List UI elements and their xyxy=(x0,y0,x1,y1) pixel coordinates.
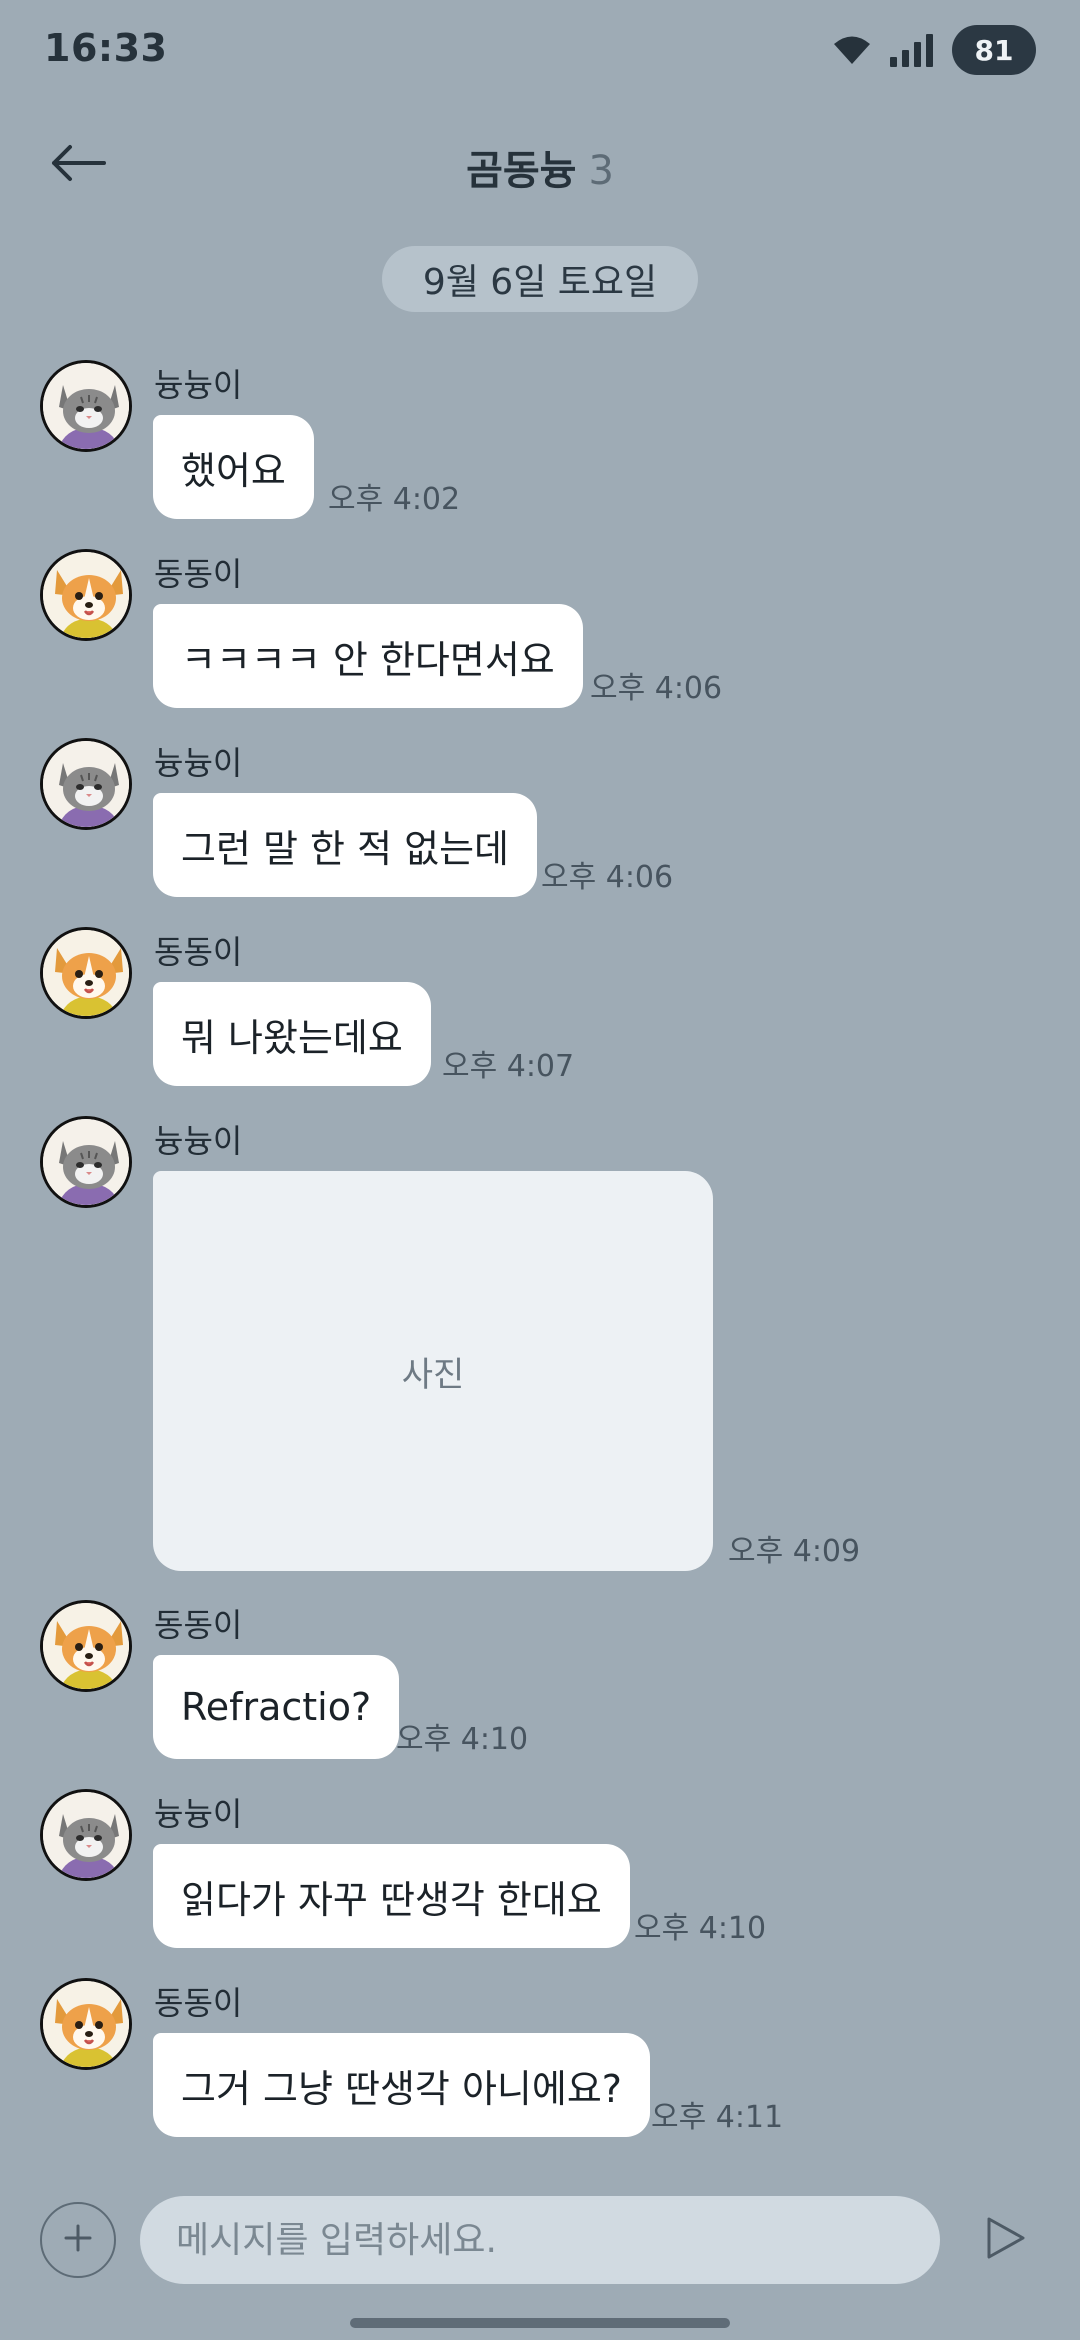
status-icons: 81 xyxy=(832,24,1036,76)
cat-avatar[interactable] xyxy=(40,1789,132,1881)
cat-avatar[interactable] xyxy=(40,1116,132,1208)
sender-name: 늉늉이 xyxy=(154,1795,243,1833)
sender-name: 늉늉이 xyxy=(154,366,243,404)
wifi-icon xyxy=(832,35,872,65)
composer-bar xyxy=(0,2190,1080,2290)
message-row: 동동이 ㅋㅋㅋㅋ 안 한다면서요 오후 4:06 xyxy=(0,549,1080,719)
photo-placeholder-label: 사진 xyxy=(401,1354,465,1395)
status-time: 16:33 xyxy=(44,26,168,70)
message-input[interactable] xyxy=(140,2196,940,2284)
plus-icon xyxy=(61,2221,95,2259)
sender-name: 동동이 xyxy=(154,555,243,593)
sender-name: 늉늉이 xyxy=(154,1122,243,1160)
message-row: 동동이 뭐 나왔는데요 오후 4:07 xyxy=(0,927,1080,1097)
cat-avatar[interactable] xyxy=(40,360,132,452)
message-bubble[interactable]: 그거 그냥 딴생각 아니에요? xyxy=(153,2033,650,2137)
message-time: 오후 4:09 xyxy=(728,1534,861,1569)
dog-avatar[interactable] xyxy=(40,927,132,1019)
signal-icon xyxy=(890,33,934,67)
chat-header: 곰동늉 3 xyxy=(0,110,1080,220)
dog-avatar[interactable] xyxy=(40,1600,132,1692)
dog-avatar[interactable] xyxy=(40,1978,132,2070)
message-time: 오후 4:07 xyxy=(442,1049,575,1084)
message-time: 오후 4:02 xyxy=(328,482,461,517)
sender-name: 동동이 xyxy=(154,1606,243,1644)
message-time: 오후 4:06 xyxy=(590,671,723,706)
message-bubble[interactable]: 읽다가 자꾸 딴생각 한대요 xyxy=(153,1844,630,1948)
attach-button[interactable] xyxy=(40,2202,116,2278)
sender-name: 늉늉이 xyxy=(154,744,243,782)
member-count: 3 xyxy=(588,148,614,194)
message-time: 오후 4:06 xyxy=(541,860,674,895)
send-button[interactable] xyxy=(972,2206,1038,2274)
message-row: 늉늉이 했어요 오후 4:02 xyxy=(0,360,1080,530)
chat-room-name: 곰동늉 xyxy=(466,148,577,194)
message-row: 늉늉이 사진 오후 4:09 xyxy=(0,1116,1080,1576)
sender-name: 동동이 xyxy=(154,933,243,971)
message-time: 오후 4:10 xyxy=(396,1722,529,1757)
message-bubble[interactable]: 그런 말 한 적 없는데 xyxy=(153,793,537,897)
sender-name: 동동이 xyxy=(154,1984,243,2022)
message-bubble[interactable]: ㅋㅋㅋㅋ 안 한다면서요 xyxy=(153,604,583,708)
message-time: 오후 4:11 xyxy=(651,2100,784,2135)
cat-avatar[interactable] xyxy=(40,738,132,830)
message-bubble[interactable]: 뭐 나왔는데요 xyxy=(153,982,431,1086)
message-row: 늉늉이 그런 말 한 적 없는데 오후 4:06 xyxy=(0,738,1080,908)
home-indicator[interactable] xyxy=(350,2318,730,2328)
photo-message[interactable]: 사진 xyxy=(153,1171,713,1571)
message-row: 늉늉이 읽다가 자꾸 딴생각 한대요 오후 4:10 xyxy=(0,1789,1080,1959)
date-divider: 9월 6일 토요일 xyxy=(382,246,698,312)
dog-avatar[interactable] xyxy=(40,549,132,641)
status-bar: 16:33 81 xyxy=(0,0,1080,100)
message-bubble[interactable]: 했어요 xyxy=(153,415,314,519)
battery-badge: 81 xyxy=(952,25,1036,75)
message-bubble[interactable]: Refractio? xyxy=(153,1655,400,1759)
message-row: 동동이 그거 그냥 딴생각 아니에요? 오후 4:11 xyxy=(0,1978,1080,2148)
chat-title: 곰동늉 3 xyxy=(0,138,1080,196)
message-row: 동동이 Refractio? 오후 4:10 xyxy=(0,1600,1080,1770)
send-icon xyxy=(983,2214,1027,2266)
message-time: 오후 4:10 xyxy=(634,1911,767,1946)
